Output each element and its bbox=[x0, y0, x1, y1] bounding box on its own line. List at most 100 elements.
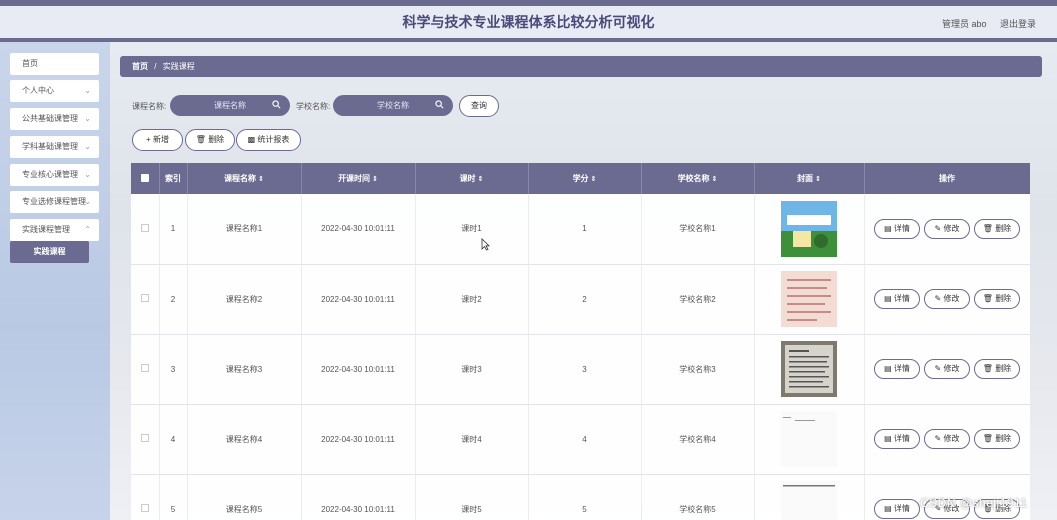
logout-link[interactable]: 退出登录 bbox=[1000, 17, 1036, 30]
cell-index: 4 bbox=[159, 404, 188, 475]
query-button[interactable]: 查询 bbox=[459, 95, 499, 117]
bar-chart-icon: ▩ bbox=[247, 135, 256, 144]
search-icon bbox=[435, 100, 444, 109]
trash-icon: 🗑 bbox=[982, 364, 993, 373]
column-header-ops: 操作 bbox=[864, 163, 1030, 194]
sort-icon: ⇕ bbox=[477, 176, 484, 183]
sidebar-item-subject-courses[interactable]: 学科基础课管理 ⌄ bbox=[10, 136, 99, 158]
chevron-down-icon: ⌄ bbox=[84, 114, 91, 123]
column-header-credit[interactable]: 学分 ⇕ bbox=[528, 163, 642, 194]
table-row[interactable]: 4 课程名称4 2022-04-30 10:01:11 课时4 4 学校名称4 ▤ 详情 ✎ … bbox=[131, 404, 1030, 475]
app-title: 科学与技术专业课程体系比较分析可视化 bbox=[402, 14, 655, 30]
cell-ops: ▤ 详情 ✎ 修改 🗑 删除 bbox=[864, 334, 1030, 405]
detail-button[interactable]: ▤ 详情 bbox=[874, 359, 920, 379]
sidebar-item-elective-courses[interactable]: 专业选修课程管理 ⌄ bbox=[10, 191, 99, 213]
detail-button[interactable]: ▤ 详情 bbox=[874, 289, 920, 309]
cell-hours: 课时2 bbox=[415, 264, 529, 335]
cell-cover bbox=[754, 474, 865, 520]
cell-hours: 课时4 bbox=[415, 404, 529, 475]
school-name-search[interactable] bbox=[333, 95, 453, 116]
table-row[interactable]: 1 课程名称1 2022-04-30 10:01:11 课时1 1 学校名称1 ▤ 详情 ✎ … bbox=[131, 194, 1030, 265]
delete-row-button[interactable]: 🗑 删除 bbox=[974, 289, 1020, 309]
table-row[interactable]: 3 课程名称3 2022-04-30 10:01:11 课时3 3 学校名称3 ▤ 详情 ✎ … bbox=[131, 334, 1030, 405]
sort-icon: ⇕ bbox=[372, 176, 378, 183]
sidebar-item-home[interactable]: 首页 bbox=[10, 53, 99, 75]
sidebar-item-label: 首页 bbox=[22, 59, 38, 68]
chevron-down-icon: ⌄ bbox=[84, 142, 91, 151]
cell-cover bbox=[754, 264, 865, 335]
edit-button[interactable]: ✎ 修改 bbox=[924, 218, 970, 239]
mouse-cursor-icon bbox=[481, 238, 490, 251]
sidebar-item-core-courses[interactable]: 专业核心课管理 ⌄ bbox=[10, 164, 99, 186]
breadcrumb: 首页 / 实践课程 bbox=[120, 56, 1042, 77]
cell-name: 课程名称4 bbox=[187, 404, 302, 475]
report-button[interactable]: ▩ 统计报表 bbox=[236, 129, 301, 151]
add-button[interactable]: + 新增 bbox=[132, 129, 183, 151]
pencil-icon: ✎ bbox=[934, 223, 942, 233]
cell-credit: 4 bbox=[528, 404, 642, 475]
trash-icon: 🗑 bbox=[982, 434, 993, 443]
cell-time: 2022-04-30 10:01:11 bbox=[301, 334, 416, 405]
document-icon: ▤ bbox=[884, 294, 892, 303]
cell-time: 2022-04-30 10:01:11 bbox=[301, 474, 416, 520]
column-header-name[interactable]: 课程名称 ⇕ bbox=[187, 163, 302, 194]
sidebar-item-personal-center[interactable]: 个人中心 ⌄ bbox=[10, 80, 99, 102]
cell-name: 课程名称1 bbox=[187, 194, 302, 265]
row-checkbox[interactable] bbox=[131, 404, 160, 475]
edit-button[interactable]: ✎ 修改 bbox=[924, 429, 970, 449]
column-header-school[interactable]: 学校名称 ⇕ bbox=[641, 163, 755, 194]
select-all-checkbox[interactable] bbox=[131, 163, 160, 194]
delete-button[interactable]: 🗑 删除 bbox=[185, 129, 235, 151]
row-checkbox[interactable] bbox=[131, 474, 160, 520]
cell-ops: ▤ 详情 ✎ 修改 🗑 删除 bbox=[864, 404, 1030, 475]
search-icon bbox=[272, 100, 281, 109]
chevron-down-icon: ⌄ bbox=[84, 197, 91, 206]
cell-time: 2022-04-30 10:01:11 bbox=[301, 264, 416, 335]
edit-button[interactable]: ✎ 修改 bbox=[924, 359, 970, 379]
delete-row-button[interactable]: 🗑 删除 bbox=[974, 359, 1020, 379]
row-checkbox[interactable] bbox=[131, 194, 160, 265]
sidebar-item-practice-courses[interactable]: 实践课程管理 ⌃ bbox=[10, 219, 99, 241]
school-name-label: 学校名称: bbox=[296, 102, 331, 111]
sidebar-subitem-practice[interactable]: 实践课程 bbox=[10, 241, 89, 263]
sort-icon: ⇕ bbox=[815, 176, 821, 183]
row-checkbox[interactable] bbox=[131, 264, 160, 335]
document-icon: ▤ bbox=[884, 504, 892, 513]
trash-icon: 🗑 bbox=[982, 223, 993, 233]
watermark: CSDN @shejj1911 bbox=[920, 496, 1028, 510]
sidebar-item-label: 公共基础课管理 bbox=[22, 114, 78, 123]
sidebar-item-label: 学科基础课管理 bbox=[22, 142, 78, 151]
column-header-time[interactable]: 开课时间 ⇕ bbox=[301, 163, 416, 194]
trash-icon: 🗑 bbox=[982, 294, 993, 303]
sidebar-item-public-courses[interactable]: 公共基础课管理 ⌄ bbox=[10, 108, 99, 130]
column-header-cover[interactable]: 封面 ⇕ bbox=[754, 163, 865, 194]
column-header-hours[interactable]: 课时 ⇕ bbox=[415, 163, 529, 194]
detail-button[interactable]: ▤ 详情 bbox=[874, 429, 920, 449]
table-row[interactable]: 2 课程名称2 2022-04-30 10:01:11 课时2 2 学校名称2 ▤ 详情 ✎ … bbox=[131, 264, 1030, 335]
delete-row-button[interactable]: 🗑 删除 bbox=[974, 218, 1020, 239]
cell-name: 课程名称3 bbox=[187, 334, 302, 405]
cell-hours: 课时5 bbox=[415, 474, 529, 520]
delete-row-button[interactable]: 🗑 删除 bbox=[974, 429, 1020, 449]
detail-button[interactable]: ▤ 详情 bbox=[874, 218, 920, 239]
cell-hours: 课时3 bbox=[415, 334, 529, 405]
cover-image bbox=[781, 411, 837, 467]
cell-name: 课程名称2 bbox=[187, 264, 302, 335]
cell-credit: 5 bbox=[528, 474, 642, 520]
sidebar-item-label: 专业选修课程管理 bbox=[22, 197, 86, 206]
table-row[interactable]: 5 课程名称5 2022-04-30 10:01:11 课时5 5 学校名称5 ▤ 详情 ✎ … bbox=[131, 474, 1030, 520]
breadcrumb-home[interactable]: 首页 bbox=[132, 62, 148, 71]
sort-icon: ⇕ bbox=[711, 176, 718, 183]
cell-time: 2022-04-30 10:01:11 bbox=[301, 194, 416, 265]
cell-credit: 2 bbox=[528, 264, 642, 335]
edit-button[interactable]: ✎ 修改 bbox=[924, 289, 970, 309]
table-header-row: 索引 课程名称 ⇕ 开课时间 ⇕ 课时 ⇕ 学分 ⇕ 学校名称 ⇕ 封面 ⇕ 操作 bbox=[131, 163, 1030, 194]
row-checkbox[interactable] bbox=[131, 334, 160, 405]
breadcrumb-separator: / bbox=[154, 62, 157, 71]
cell-hours: 课时1 bbox=[415, 194, 529, 265]
cell-index: 3 bbox=[159, 334, 188, 405]
course-name-search[interactable] bbox=[170, 95, 290, 116]
chevron-up-icon: ⌃ bbox=[84, 225, 91, 234]
cell-school: 学校名称2 bbox=[641, 264, 755, 335]
detail-button[interactable]: ▤ 详情 bbox=[874, 499, 920, 519]
